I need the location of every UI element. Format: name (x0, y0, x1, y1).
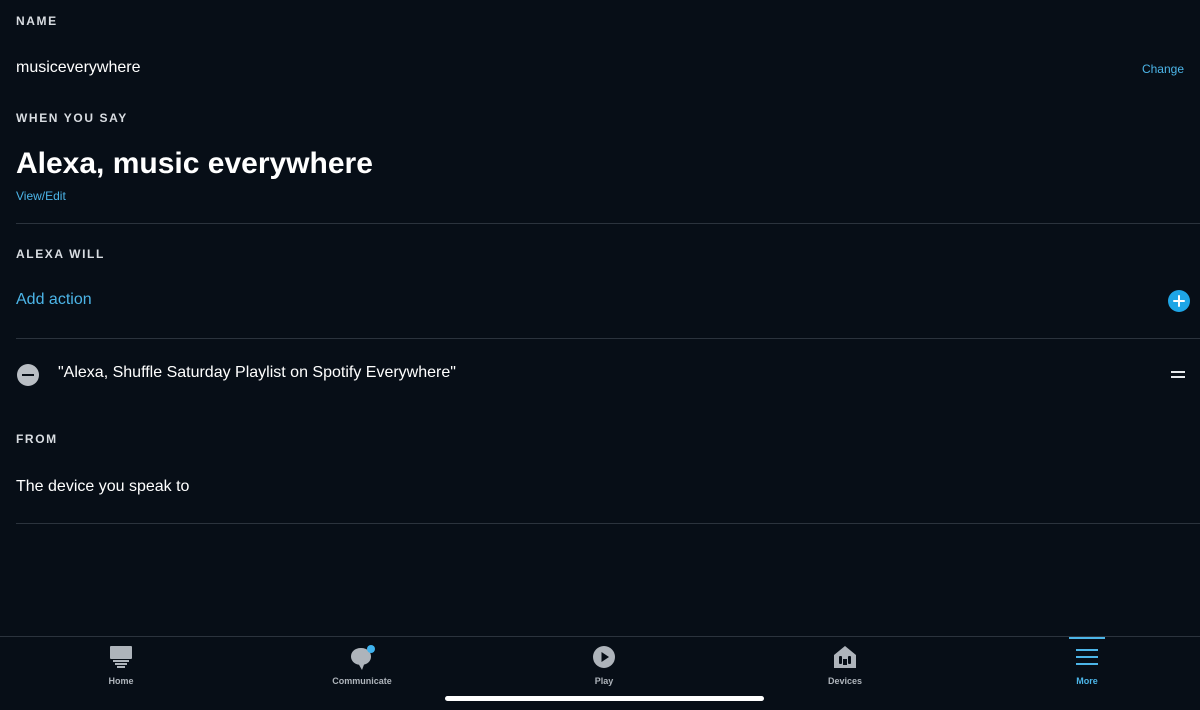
view-edit-link[interactable]: View/Edit (16, 189, 66, 203)
change-name-link[interactable]: Change (1142, 62, 1184, 76)
add-circle-icon[interactable] (1168, 290, 1190, 312)
tab-home[interactable]: Home (61, 637, 181, 697)
remove-circle-icon[interactable] (17, 364, 39, 386)
when-you-say-label: WHEN YOU SAY (16, 111, 128, 125)
home-indicator[interactable] (445, 696, 764, 701)
tab-play[interactable]: Play (544, 637, 664, 697)
tab-communicate[interactable]: Communicate (302, 637, 422, 697)
routine-name: musiceverywhere (16, 59, 141, 76)
chat-bubble-icon (350, 645, 375, 670)
notification-dot (367, 645, 375, 653)
section-divider (16, 338, 1200, 339)
active-tab-indicator (1069, 637, 1105, 639)
trigger-utterance: Alexa, music everywhere (16, 147, 373, 180)
home-icon (109, 645, 133, 669)
menu-icon (1075, 645, 1099, 669)
alexa-will-label: ALEXA WILL (16, 247, 105, 261)
tab-devices-label: Devices (827, 676, 863, 686)
add-action-link[interactable]: Add action (16, 291, 92, 309)
tab-devices[interactable]: Devices (785, 637, 905, 697)
action-text: "Alexa, Shuffle Saturday Playlist on Spo… (58, 364, 456, 381)
section-divider (16, 223, 1200, 224)
drag-handle-icon[interactable] (1171, 370, 1185, 379)
tab-communicate-label: Communicate (332, 676, 392, 686)
devices-icon (833, 645, 857, 669)
section-divider (16, 523, 1200, 524)
tab-more-label: More (1076, 676, 1098, 686)
routine-editor-page: NAME musiceverywhere Change WHEN YOU SAY… (0, 0, 1200, 710)
name-section-label: NAME (16, 14, 58, 28)
play-icon (592, 645, 616, 669)
from-device-value[interactable]: The device you speak to (16, 478, 189, 496)
from-label: FROM (16, 432, 58, 446)
tab-home-label: Home (108, 676, 134, 686)
tab-more[interactable]: More (1027, 637, 1147, 697)
tab-play-label: Play (594, 676, 614, 686)
